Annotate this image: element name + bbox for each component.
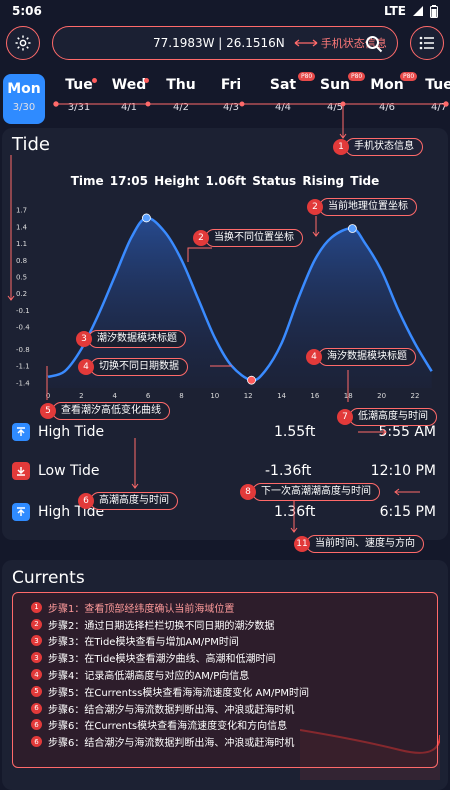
step-item: 3 步骤3：在Tide模块查看与增加AM/PM时间 bbox=[31, 633, 429, 650]
event-dot bbox=[144, 78, 149, 83]
callout-4b: 4 海汐数据模块标题 bbox=[306, 348, 416, 366]
tide-extreme-point bbox=[247, 375, 256, 385]
tide-row-label: High Tide bbox=[38, 424, 105, 440]
callout-6: 6 高潮高度与时间 bbox=[78, 492, 178, 510]
x-tick-label: 18 bbox=[344, 392, 353, 400]
arrow-down-icon bbox=[12, 462, 30, 480]
tide-row-label: Low Tide bbox=[38, 463, 100, 479]
step-item: 6 步骤6：在Currents模块查看海流速度变化和方向信息 bbox=[31, 717, 429, 734]
date-selector: Mon 3/30 Tue 3/31 Wed 4/1 Thu 4/2 Fri 4/3 Sat… bbox=[0, 72, 450, 124]
tide-title: Tide bbox=[12, 134, 50, 155]
callout-5: 5 查看潮汐高低变化曲线 bbox=[40, 402, 170, 420]
y-tick-label: -1.1 bbox=[16, 363, 30, 371]
callout-8: 8 下一次高潮潮高度与时间 bbox=[240, 483, 380, 501]
list-icon bbox=[419, 36, 434, 50]
top-bar: 77.1983W | 26.1516N 手机状态信息 bbox=[0, 26, 450, 62]
x-tick-label: 0 bbox=[46, 392, 50, 400]
tide-extreme-point bbox=[142, 213, 151, 223]
x-tick-label: 12 bbox=[244, 392, 253, 400]
x-tick-label: 16 bbox=[310, 392, 319, 400]
day-tab-6[interactable]: Sun 4/5 P80 bbox=[310, 72, 366, 113]
step-item: 6 步骤6：结合潮汐与海流数据判断出海、冲浪或赶海时机 bbox=[31, 700, 429, 717]
x-tick-label: 2 bbox=[79, 392, 83, 400]
callout-2b: 2 当换不同位置坐标 bbox=[193, 229, 303, 247]
arrow-up-icon bbox=[12, 423, 30, 441]
search-icon[interactable] bbox=[365, 35, 383, 53]
tide-row-low: Low Tide -1.36ft 12:10 PM bbox=[12, 459, 442, 483]
y-tick-label: 1.1 bbox=[16, 240, 27, 248]
callout-2: 2 当前地理位置坐标 bbox=[307, 198, 417, 216]
y-tick-label: 1.4 bbox=[16, 223, 28, 231]
callout-11: 11 当前时间、速度与方向 bbox=[294, 535, 424, 553]
network-label: LTE bbox=[383, 4, 406, 18]
battery-icon bbox=[430, 4, 438, 18]
arrow-up-icon bbox=[12, 503, 30, 521]
coordinates-text: 77.1983W | 26.1516N bbox=[153, 36, 285, 50]
tide-row-high-2: High Tide 1.36ft 6:15 PM bbox=[12, 500, 442, 524]
x-tick-label: 6 bbox=[146, 392, 151, 400]
x-tick-label: 22 bbox=[411, 392, 420, 400]
step-item: 1 步骤1：查看顶部经纬度确认当前海域位置 bbox=[31, 599, 429, 616]
x-tick-label: 20 bbox=[377, 392, 386, 400]
location-search-bar[interactable]: 77.1983W | 26.1516N 手机状态信息 bbox=[52, 26, 398, 60]
step-item: 6 步骤6：结合潮汐与海流数据判断出海、冲浪或赶海时机 bbox=[31, 733, 429, 750]
step-item: 3 步骤3：在Tide模块查看潮汐曲线、高潮和低潮时间 bbox=[31, 649, 429, 666]
step-item: 4 步骤4：记录高低潮高度与对应的AM/P向信息 bbox=[31, 666, 429, 683]
menu-button[interactable] bbox=[410, 26, 444, 60]
arrow-icon bbox=[294, 39, 318, 47]
y-tick-label: -1.4 bbox=[16, 379, 30, 387]
y-tick-label: -0.8 bbox=[16, 346, 30, 354]
tide-row-value: 1.55ft bbox=[274, 424, 316, 440]
x-tick-label: 8 bbox=[179, 392, 183, 400]
status-bar: 5:06 LTE bbox=[0, 0, 450, 22]
settings-button[interactable] bbox=[6, 26, 40, 60]
tide-chart[interactable]: 1.7 1.4 1.1 0.8 0.5 0.2 -0.1 -0.4 -0.8 -1.1 -1.4 0 2… bbox=[0, 192, 450, 408]
x-tick-label: 14 bbox=[277, 392, 286, 400]
callout-4: 4 切换不同日期数据 bbox=[78, 358, 188, 376]
tide-row-time: 12:10 PM bbox=[370, 463, 436, 479]
y-tick-label: -0.4 bbox=[16, 324, 30, 332]
callout-1: 1 手机状态信息 bbox=[333, 138, 423, 156]
day-tab-4[interactable]: Fri 4/3 bbox=[206, 74, 256, 113]
x-tick-label: 10 bbox=[210, 392, 219, 400]
step-item: 5 步骤5：在Currentss模块查看海海流速度变化 AM/PM时间 bbox=[31, 683, 429, 700]
day-tab-3[interactable]: Thu 4/2 bbox=[156, 74, 206, 113]
y-tick-label: -0.1 bbox=[16, 307, 30, 315]
day-tab-2[interactable]: Wed 4/1 bbox=[104, 74, 154, 113]
day-tab-8[interactable]: Tue 4/7 bbox=[414, 74, 450, 113]
gear-icon bbox=[15, 35, 31, 51]
tide-row-value: 1.36ft bbox=[274, 504, 316, 520]
event-dot bbox=[92, 78, 97, 83]
step-item: 2 步骤2：通过日期选择栏栏切换不同日期的潮汐数据 bbox=[31, 616, 429, 633]
status-time: 5:06 bbox=[12, 4, 42, 18]
x-tick-label: 4 bbox=[112, 392, 117, 400]
day-tab-1[interactable]: Tue 3/31 bbox=[54, 74, 104, 113]
signal-icon bbox=[413, 6, 423, 16]
y-tick-label: 1.7 bbox=[16, 207, 27, 215]
y-tick-label: 0.5 bbox=[16, 273, 27, 281]
tide-extreme-point bbox=[348, 224, 357, 233]
callout-3: 3 潮汐数据模块标题 bbox=[76, 330, 186, 348]
callout-7: 7 低潮高度与时间 bbox=[337, 408, 437, 426]
tide-row-value: -1.36ft bbox=[265, 463, 312, 479]
day-tab-7[interactable]: Mon 4/6 P80 bbox=[362, 72, 418, 113]
currents-title: Currents bbox=[12, 568, 85, 588]
tide-row-time: 6:15 PM bbox=[379, 504, 436, 520]
y-tick-label: 0.8 bbox=[16, 257, 27, 265]
y-tick-label: 0.2 bbox=[16, 290, 27, 298]
tide-row-time: 5:55 AM bbox=[378, 424, 436, 440]
day-tab-0[interactable]: Mon 3/30 bbox=[3, 74, 45, 124]
steps-panel: 1 步骤1：查看顶部经纬度确认当前海域位置 2 步骤2：通过日期选择栏栏切换不同日期… bbox=[12, 592, 438, 768]
tide-status-info: Time 17:05 Height 1.06ft Status Rising T… bbox=[70, 174, 380, 188]
day-tab-5[interactable]: Sat 4/4 P80 bbox=[258, 72, 316, 113]
